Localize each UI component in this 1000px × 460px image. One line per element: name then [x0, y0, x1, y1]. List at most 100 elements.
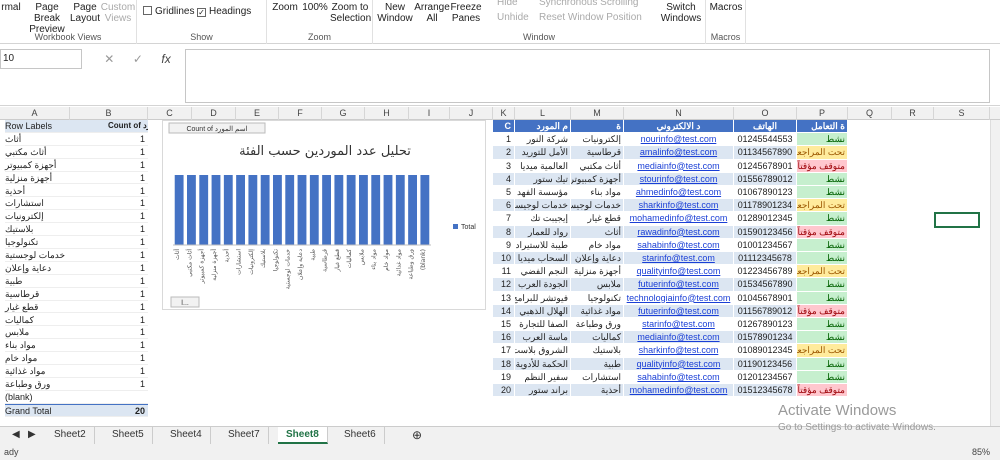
- table-row[interactable]: 9 طيبة للاستيراد مواد خام sahabinfo@test.co…: [493, 238, 848, 252]
- column-header-B[interactable]: B: [70, 107, 148, 120]
- email-link[interactable]: qualityinfo@test.com: [624, 265, 734, 279]
- tab-sheet5[interactable]: Sheet5: [104, 427, 153, 444]
- column-header-G[interactable]: G: [322, 107, 365, 120]
- email-link[interactable]: mediainfo@test.com: [624, 331, 734, 345]
- table-row[interactable]: 5 مؤسسة الفهد مواد بناء ahmedinfo@test.com 0…: [493, 186, 848, 200]
- pivot-row[interactable]: (blank): [5, 391, 148, 404]
- column-header-O[interactable]: O: [734, 107, 797, 120]
- unhide-button[interactable]: Unhide: [497, 12, 529, 23]
- pivot-row-labels-header[interactable]: Row Labels: [5, 120, 108, 132]
- column-header-H[interactable]: H: [365, 107, 409, 120]
- table-row[interactable]: 3 العالمية ميديا أثاث مكتبي mediainfo@test.…: [493, 159, 848, 173]
- email-link[interactable]: starinfo@test.com: [624, 318, 734, 332]
- pivot-row[interactable]: كماليات 1: [5, 314, 148, 327]
- email-link[interactable]: futuerinfo@test.com: [624, 278, 734, 292]
- column-header-P[interactable]: P: [797, 107, 848, 120]
- email-link[interactable]: sahabinfo@test.com: [624, 238, 734, 252]
- arrange-all-button[interactable]: Arrange All: [413, 2, 451, 24]
- table-row[interactable]: 16 ماسة العرب كماليات mediainfo@test.com 015…: [493, 331, 848, 345]
- column-header-N[interactable]: N: [624, 107, 734, 120]
- pivot-row[interactable]: ورق وطباعة 1: [5, 378, 148, 391]
- pivot-row[interactable]: خدمات لوجستية 1: [5, 249, 148, 262]
- pivot-row[interactable]: أجهزة منزلية 1: [5, 172, 148, 185]
- table-row[interactable]: 2 الأمل للتوريد قرطاسية amalinfo@test.com 01…: [493, 146, 848, 160]
- normal-view-button[interactable]: rmal: [0, 2, 22, 13]
- table-row[interactable]: 7 إيجيبت تك قطع غيار mohamedinfo@test.com 01…: [493, 212, 848, 226]
- active-cell[interactable]: [934, 212, 980, 228]
- email-link[interactable]: technologiainfo@test.com: [624, 291, 734, 305]
- pivot-row[interactable]: بلاستيك 1: [5, 223, 148, 237]
- page-layout-button[interactable]: Page Layout: [70, 2, 100, 24]
- tab-sheet6[interactable]: Sheet6: [336, 427, 385, 444]
- pivot-row[interactable]: أثاث 1: [5, 133, 148, 146]
- column-header-S[interactable]: S: [934, 107, 990, 120]
- pivot-row[interactable]: استشارات 1: [5, 197, 148, 211]
- table-header-cell[interactable]: ة التعامل: [797, 120, 848, 134]
- table-header-cell[interactable]: م المورد: [515, 120, 571, 134]
- table-row[interactable]: 18 الحكمة للأدوية طبية qualityinfo@test.com…: [493, 357, 848, 371]
- email-link[interactable]: sharkinfo@test.com: [624, 344, 734, 358]
- pivot-row[interactable]: تكنولوجيا 1: [5, 236, 148, 249]
- table-row[interactable]: 11 النجم الفضي أجهزة منزلية qualityinfo@tes…: [493, 265, 848, 279]
- tab-sheet2[interactable]: Sheet2: [46, 427, 95, 444]
- email-link[interactable]: mohamedinfo@test.com: [624, 212, 734, 226]
- column-header-F[interactable]: F: [279, 107, 322, 120]
- table-header-cell[interactable]: د الالكتروني: [624, 120, 734, 134]
- column-header-I[interactable]: I: [409, 107, 450, 120]
- email-link[interactable]: amalinfo@test.com: [624, 146, 734, 160]
- email-link[interactable]: sahabinfo@test.com: [624, 370, 734, 384]
- pivot-row[interactable]: أجهزة كمبيوتر 1: [5, 159, 148, 172]
- pivot-row[interactable]: قطع غيار 1: [5, 301, 148, 314]
- pivot-count-header[interactable]: Count of اسم المورد: [108, 120, 148, 132]
- enter-icon[interactable]: ✓: [133, 52, 143, 66]
- tab-sheet4[interactable]: Sheet4: [162, 427, 211, 444]
- hide-button[interactable]: Hide: [497, 0, 518, 8]
- pivot-row[interactable]: دعاية وإعلان 1: [5, 262, 148, 275]
- table-row[interactable]: 1 شركة النور إلكترونيات nourinfo@test.com 01…: [493, 133, 848, 147]
- table-row[interactable]: 14 الهلال الذهبي مواد غذائية futuerinfo@tes…: [493, 304, 848, 318]
- pivot-row[interactable]: مواد بناء 1: [5, 339, 148, 353]
- pivot-row[interactable]: أحذية 1: [5, 185, 148, 198]
- vertical-scrollbar[interactable]: [990, 120, 1000, 426]
- page-break-preview-button[interactable]: Page Break Preview: [24, 2, 70, 35]
- pivot-row[interactable]: إلكترونيات 1: [5, 210, 148, 224]
- table-row[interactable]: 6خدمات لوجيست المتحدة للشحنخدمات لوجيستs…: [493, 199, 848, 213]
- gridlines-checkbox[interactable]: Gridlines: [143, 6, 194, 17]
- table-row[interactable]: 4 تيك ستور أجهزة كمبيوتر stourinfo@test.com…: [493, 172, 848, 186]
- column-header-K[interactable]: K: [493, 107, 515, 120]
- zoom-100-button[interactable]: 100%: [300, 2, 330, 13]
- headings-checkbox[interactable]: ✓ Headings: [197, 6, 251, 17]
- table-row[interactable]: 17 الشروق بلاست بلاستيك sharkinfo@test.com 0…: [493, 344, 848, 358]
- column-header-L[interactable]: L: [515, 107, 571, 120]
- column-header-R[interactable]: R: [892, 107, 934, 120]
- email-link[interactable]: stourinfo@test.com: [624, 172, 734, 186]
- email-link[interactable]: mohamedinfo@test.com: [624, 384, 734, 398]
- column-header-J[interactable]: J: [450, 107, 493, 120]
- column-header-M[interactable]: M: [571, 107, 624, 120]
- table-row[interactable]: 8 رواد للعمار أثاث rawadinfo@test.com 015901…: [493, 225, 848, 239]
- table-row[interactable]: 12 الجودة العرب ملابس futuerinfo@test.com 01…: [493, 278, 848, 292]
- reset-window-position-button[interactable]: Reset Window Position: [539, 12, 642, 23]
- cancel-icon[interactable]: ✕: [104, 52, 114, 66]
- tab-scroll-right-icon[interactable]: ▶: [20, 427, 44, 444]
- column-header-D[interactable]: D: [192, 107, 236, 120]
- column-header-A[interactable]: A: [0, 107, 70, 120]
- custom-views-button[interactable]: Custom Views: [100, 2, 136, 24]
- freeze-panes-button[interactable]: Freeze Panes: [449, 2, 483, 24]
- table-header-cell[interactable]: C: [493, 120, 515, 134]
- new-window-button[interactable]: New Window: [375, 2, 415, 24]
- table-header-cell[interactable]: ة: [571, 120, 624, 134]
- switch-windows-button[interactable]: Switch Windows: [659, 2, 703, 24]
- email-link[interactable]: ahmedinfo@test.com: [624, 186, 734, 200]
- zoom-level[interactable]: 85%: [972, 444, 990, 460]
- tab-sheet8[interactable]: Sheet8: [278, 427, 328, 444]
- worksheet-grid[interactable]: Row LabelsCount of اسم الموردأثاث1أثاث م…: [0, 120, 990, 426]
- tab-sheet7[interactable]: Sheet7: [220, 427, 269, 444]
- pivot-row[interactable]: قرطاسية 1: [5, 288, 148, 301]
- pivot-chart[interactable]: Count of اسم المورد تحليل عدد الموردين حس…: [162, 120, 486, 310]
- table-row[interactable]: 10 السحاب ميديا دعاية وإعلان starinfo@test.…: [493, 252, 848, 266]
- column-header-Q[interactable]: Q: [848, 107, 892, 120]
- add-sheet-icon[interactable]: ⊕: [404, 427, 430, 444]
- synchronous-scrolling-button[interactable]: Synchronous Scrolling: [539, 0, 639, 8]
- pivot-row[interactable]: مواد خام 1: [5, 352, 148, 366]
